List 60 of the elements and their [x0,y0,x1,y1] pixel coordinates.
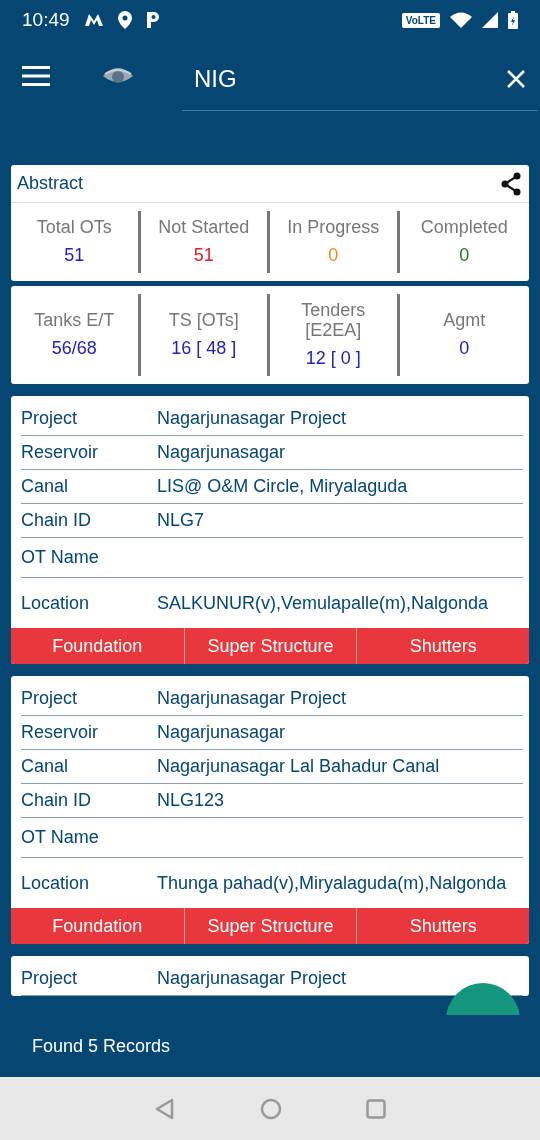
location-pin-icon [117,11,132,29]
field-value: Thunga pahad(v),Miryalaguda(m),Nalgonda [157,872,508,894]
stat-value: 16 [ 48 ] [171,338,237,360]
field-label: Chain ID [21,790,93,811]
stat-label: Not Started [158,217,250,238]
field-value: LIS@ O&M Circle, Miryalaguda [157,476,409,497]
close-icon[interactable] [506,68,526,89]
signal-icon [482,12,498,28]
status-time: 10:49 [22,9,70,31]
card-title: Abstract [17,173,84,194]
stat-label: Agmt [443,310,486,331]
field-value: NLG123 [157,790,226,811]
field-value: Nagarjunasagar Lal Bahadur Canal [157,756,441,777]
field-label: OT Name [21,827,100,848]
action-button[interactable]: Foundation [11,908,184,944]
records-count: Found 5 Records [32,1035,171,1057]
stat-label: TS [OTs] [168,310,239,331]
stat-label: Completed [420,217,508,238]
stat-value: 51 [64,245,85,267]
field-value: Nagarjunasagar Project [157,968,348,989]
action-button[interactable]: Super Structure [183,628,357,664]
field-value: NLG7 [157,510,206,531]
action-button[interactable]: Shutters [356,908,529,944]
field-label: Chain ID [21,510,93,531]
eye-icon[interactable] [102,66,134,86]
stat-value: 51 [193,245,214,267]
stat-label: In Progress [287,217,380,238]
stat-value: 56/68 [51,338,97,360]
stat-label: Total OTs [36,217,112,238]
stat-label: Tanks E/T [34,310,115,331]
action-button[interactable]: Shutters [356,628,529,664]
field-label: Project [21,688,79,709]
field-label: Project [21,968,79,989]
stat-value: 0 [328,245,339,267]
field-value: Nagarjunasagar Project [157,688,348,709]
field-label: Location [21,872,91,894]
field-value: Nagarjunasagar [157,722,287,743]
field-value: Nagarjunasagar [157,442,287,463]
stat-label: Tenders [E2EA] [300,300,367,341]
share-icon[interactable] [499,171,523,196]
field-label: Reservoir [21,442,100,463]
field-value: Nagarjunasagar Project [157,408,348,429]
stat-value: 0 [459,245,470,267]
wifi-icon [450,12,472,28]
field-label: Location [21,592,91,614]
field-label: OT Name [21,547,100,568]
field-label: Project [21,408,79,429]
battery-icon [508,11,518,29]
field-label: Reservoir [21,722,100,743]
field-label: Canal [21,756,70,777]
action-button[interactable]: Foundation [11,628,184,664]
network-badge: VoLTE [401,12,440,28]
action-button[interactable]: Super Structure [183,908,357,944]
field-value: SALKUNUR(v),Vemulapalle(m),Nalgonda [157,592,490,614]
stat-value: 12 [ 0 ] [305,348,361,370]
parking-icon [145,11,160,29]
stat-value: 0 [459,338,470,360]
field-label: Canal [21,476,70,497]
menu-icon[interactable] [22,66,50,86]
search-field[interactable]: NIG [192,63,506,94]
